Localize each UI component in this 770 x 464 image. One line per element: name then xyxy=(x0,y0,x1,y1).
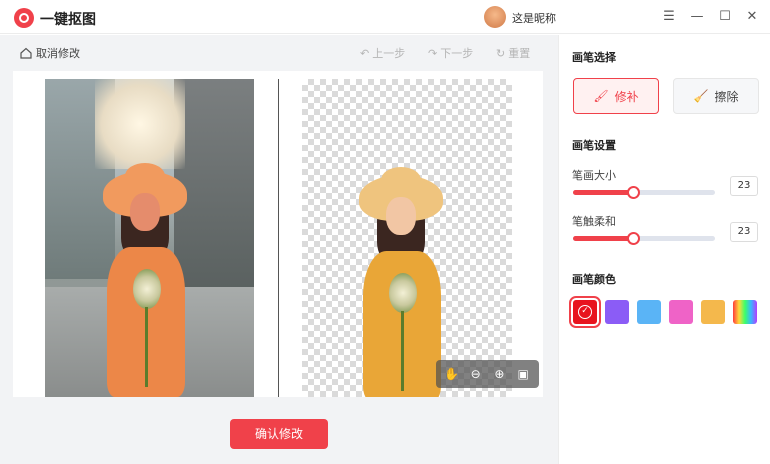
minimize-button[interactable]: — xyxy=(688,8,706,26)
app-title: 一键抠图 xyxy=(40,12,96,28)
brush-size-slider[interactable] xyxy=(573,186,715,199)
brush-soft-thumb[interactable] xyxy=(626,232,640,245)
brush-repair-button[interactable]: 🖌 修补 xyxy=(573,78,659,114)
zoom-toolbar: ✋ ⊖ ⊕ ▣ xyxy=(436,360,539,388)
settings-panel: 画笔选择 🖌 修补 🧹 擦除 画笔设置 笔画大小 23 笔触柔和 23 画笔颜色… xyxy=(558,35,770,464)
brush-icon: 🖌 xyxy=(593,89,609,103)
maximize-button[interactable]: ☐ xyxy=(716,8,734,26)
brush-soft-label: 笔触柔和 xyxy=(572,215,616,228)
redo-button[interactable]: ↷ 下一步 xyxy=(428,45,473,61)
zoom-out-icon[interactable]: ⊖ xyxy=(467,367,485,381)
undo-icon: ↶ xyxy=(360,46,370,60)
brush-erase-label: 擦除 xyxy=(714,89,739,104)
cutout-preview[interactable] xyxy=(302,79,512,397)
cancel-edit-button[interactable]: 取消修改 xyxy=(20,45,80,61)
color-swatch[interactable] xyxy=(701,300,725,324)
color-swatch[interactable]: ✓ xyxy=(569,296,601,328)
reset-button[interactable]: ↻ 重置 xyxy=(496,45,530,61)
home-icon xyxy=(20,47,32,59)
color-swatch[interactable] xyxy=(605,300,629,324)
reset-label: 重置 xyxy=(508,47,531,60)
redo-label: 下一步 xyxy=(440,47,474,60)
reset-icon: ↻ xyxy=(496,46,506,60)
brush-soft-fill xyxy=(573,236,633,241)
eraser-icon: 🧹 xyxy=(693,89,709,103)
zoom-in-icon[interactable]: ⊕ xyxy=(490,367,508,381)
workspace: 取消修改 ↶ 上一步 ↷ 下一步 ↻ 重置 ✋ ⊖ ⊕ ▣ xyxy=(0,35,558,464)
editing-canvas[interactable]: ✋ ⊖ ⊕ ▣ xyxy=(13,71,543,397)
brush-erase-button[interactable]: 🧹 擦除 xyxy=(673,78,759,114)
brush-soft-slider[interactable] xyxy=(573,232,715,245)
color-swatch[interactable] xyxy=(637,300,661,324)
color-swatch[interactable] xyxy=(669,300,693,324)
confirm-edit-button[interactable]: 确认修改 xyxy=(230,419,328,449)
original-photo[interactable] xyxy=(45,79,254,397)
brush-soft-input[interactable]: 23 xyxy=(730,222,758,242)
brush-size-thumb[interactable] xyxy=(626,186,640,199)
brush-select-title: 画笔选择 xyxy=(572,51,616,64)
compare-divider[interactable] xyxy=(278,79,279,397)
redo-icon: ↷ xyxy=(428,46,438,60)
brush-size-label: 笔画大小 xyxy=(572,169,616,182)
undo-button[interactable]: ↶ 上一步 xyxy=(360,45,405,61)
menu-icon[interactable]: ☰ xyxy=(660,8,678,26)
brush-size-fill xyxy=(573,190,633,195)
undo-label: 上一步 xyxy=(372,47,406,60)
cancel-edit-label: 取消修改 xyxy=(36,47,80,60)
check-icon: ✓ xyxy=(578,305,592,319)
hand-icon[interactable]: ✋ xyxy=(443,367,461,381)
title-bar: 一键抠图 这是昵称 ☰ — ☐ ✕ xyxy=(0,0,770,34)
app-logo-icon xyxy=(14,8,34,28)
brush-size-input[interactable]: 23 xyxy=(730,176,758,196)
fit-icon[interactable]: ▣ xyxy=(514,367,532,381)
brush-repair-label: 修补 xyxy=(614,89,639,104)
color-swatch[interactable] xyxy=(733,300,757,324)
brush-color-title: 画笔颜色 xyxy=(572,273,616,286)
nickname[interactable]: 这是昵称 xyxy=(512,10,556,26)
close-button[interactable]: ✕ xyxy=(743,8,761,26)
avatar[interactable] xyxy=(484,6,506,28)
brush-settings-title: 画笔设置 xyxy=(572,139,616,152)
